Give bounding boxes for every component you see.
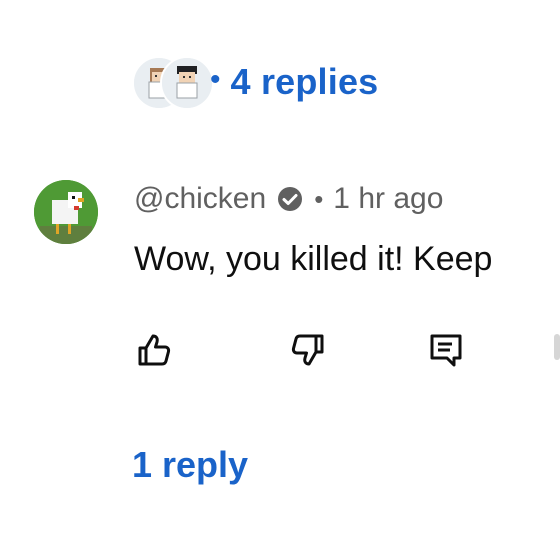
like-button[interactable] xyxy=(130,326,178,374)
comment-author-handle[interactable]: @chicken xyxy=(134,182,266,216)
reply-button[interactable] xyxy=(422,326,470,374)
view-replies-link[interactable]: 4 replies xyxy=(231,61,379,103)
reply-avatar-2 xyxy=(160,56,214,110)
thumbs-down-icon xyxy=(291,334,324,366)
comment-reply-icon xyxy=(430,334,462,367)
thumbs-up-icon xyxy=(138,334,171,366)
view-replies-link[interactable]: 1 reply xyxy=(132,444,248,486)
replies-separator-dot: • xyxy=(210,63,221,96)
meta-separator-dot: • xyxy=(314,183,324,214)
more-actions-edge-indicator xyxy=(554,334,560,360)
reply-avatars xyxy=(132,54,214,110)
verified-check-icon xyxy=(276,185,304,213)
comment-author-avatar[interactable] xyxy=(34,180,98,244)
comment-meta: @chicken • 1 hr ago xyxy=(134,182,443,216)
replies-summary-row[interactable]: • 4 replies xyxy=(132,52,378,112)
dislike-button[interactable] xyxy=(284,326,332,374)
comment-text: Wow, you killed it! Keep xyxy=(134,240,493,278)
comment-timestamp: 1 hr ago xyxy=(333,182,444,215)
